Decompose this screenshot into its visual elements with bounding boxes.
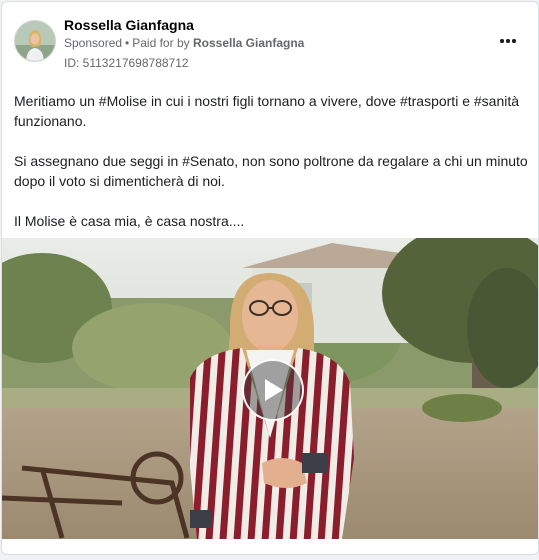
sponsored-label: Sponsored [64, 36, 123, 50]
post-text: Meritiamo un #Molise in cui i nostri fig… [14, 91, 529, 251]
post-paragraph: Meritiamo un #Molise in cui i nostri fig… [14, 93, 520, 129]
meta-separator: • [125, 36, 130, 50]
paid-for-label: Paid for by [132, 36, 190, 50]
ad-id: ID: 5113217698788712 [64, 56, 189, 70]
post-paragraph: Si assegnano due seggi in #Senato, non s… [14, 153, 528, 189]
author-name[interactable]: Rossella Gianfagna [64, 17, 194, 33]
play-icon[interactable] [242, 359, 304, 421]
more-options-icon[interactable] [496, 32, 520, 50]
author-avatar[interactable] [14, 20, 56, 62]
sponsored-meta: Sponsored • Paid for by Rossella Gianfagna [64, 36, 304, 50]
post-paragraph: Il Molise è casa mia, è casa nostra.... [14, 213, 245, 229]
paid-for-name[interactable]: Rossella Gianfagna [193, 36, 304, 50]
ad-post-card: Rossella Gianfagna Sponsored • Paid for by… [1, 1, 539, 555]
post-header: Rossella Gianfagna Sponsored • Paid for by… [2, 2, 538, 74]
